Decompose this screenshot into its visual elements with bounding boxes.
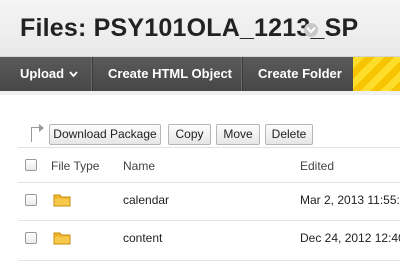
row-checkbox[interactable]	[25, 194, 37, 206]
copy-button[interactable]: Copy	[168, 124, 211, 145]
column-header-name[interactable]: Name	[123, 159, 155, 173]
chevron-down-icon	[69, 71, 78, 77]
folder-icon	[53, 232, 71, 245]
table-header: File Type Name Edited	[18, 147, 400, 183]
page-header: Files: PSY101OLA_1213_SP	[0, 0, 400, 57]
download-package-button[interactable]: Download Package	[49, 124, 161, 145]
divider	[0, 91, 400, 95]
upload-menu-button[interactable]: Upload	[20, 57, 64, 91]
table-row: calendar Mar 2, 2013 11:55:	[18, 181, 400, 221]
delete-button[interactable]: Delete	[265, 124, 313, 145]
upload-label: Upload	[20, 66, 65, 81]
select-all-checkbox[interactable]	[25, 159, 37, 171]
table-row: content Dec 24, 2012 12:40	[18, 221, 400, 261]
arrow-right-icon	[39, 124, 44, 132]
edited-date: Mar 2, 2013 11:55:	[300, 193, 400, 207]
edited-date: Dec 24, 2012 12:40	[300, 231, 400, 245]
column-header-edited[interactable]: Edited	[300, 159, 334, 173]
folder-icon	[53, 194, 71, 207]
create-html-object-button[interactable]: Create HTML Object	[108, 57, 232, 91]
action-bar: Upload Create HTML Object Create Folder	[0, 57, 400, 91]
file-name-link[interactable]: calendar	[123, 193, 169, 207]
move-button[interactable]: Move	[216, 124, 260, 145]
file-name-link[interactable]: content	[123, 231, 162, 245]
divider	[241, 57, 242, 91]
column-header-file-type[interactable]: File Type	[51, 159, 99, 173]
create-folder-button[interactable]: Create Folder	[258, 57, 342, 91]
divider	[91, 57, 92, 91]
accent-stripe	[353, 57, 400, 91]
chevron-down-icon[interactable]	[304, 23, 318, 37]
row-checkbox[interactable]	[25, 232, 37, 244]
